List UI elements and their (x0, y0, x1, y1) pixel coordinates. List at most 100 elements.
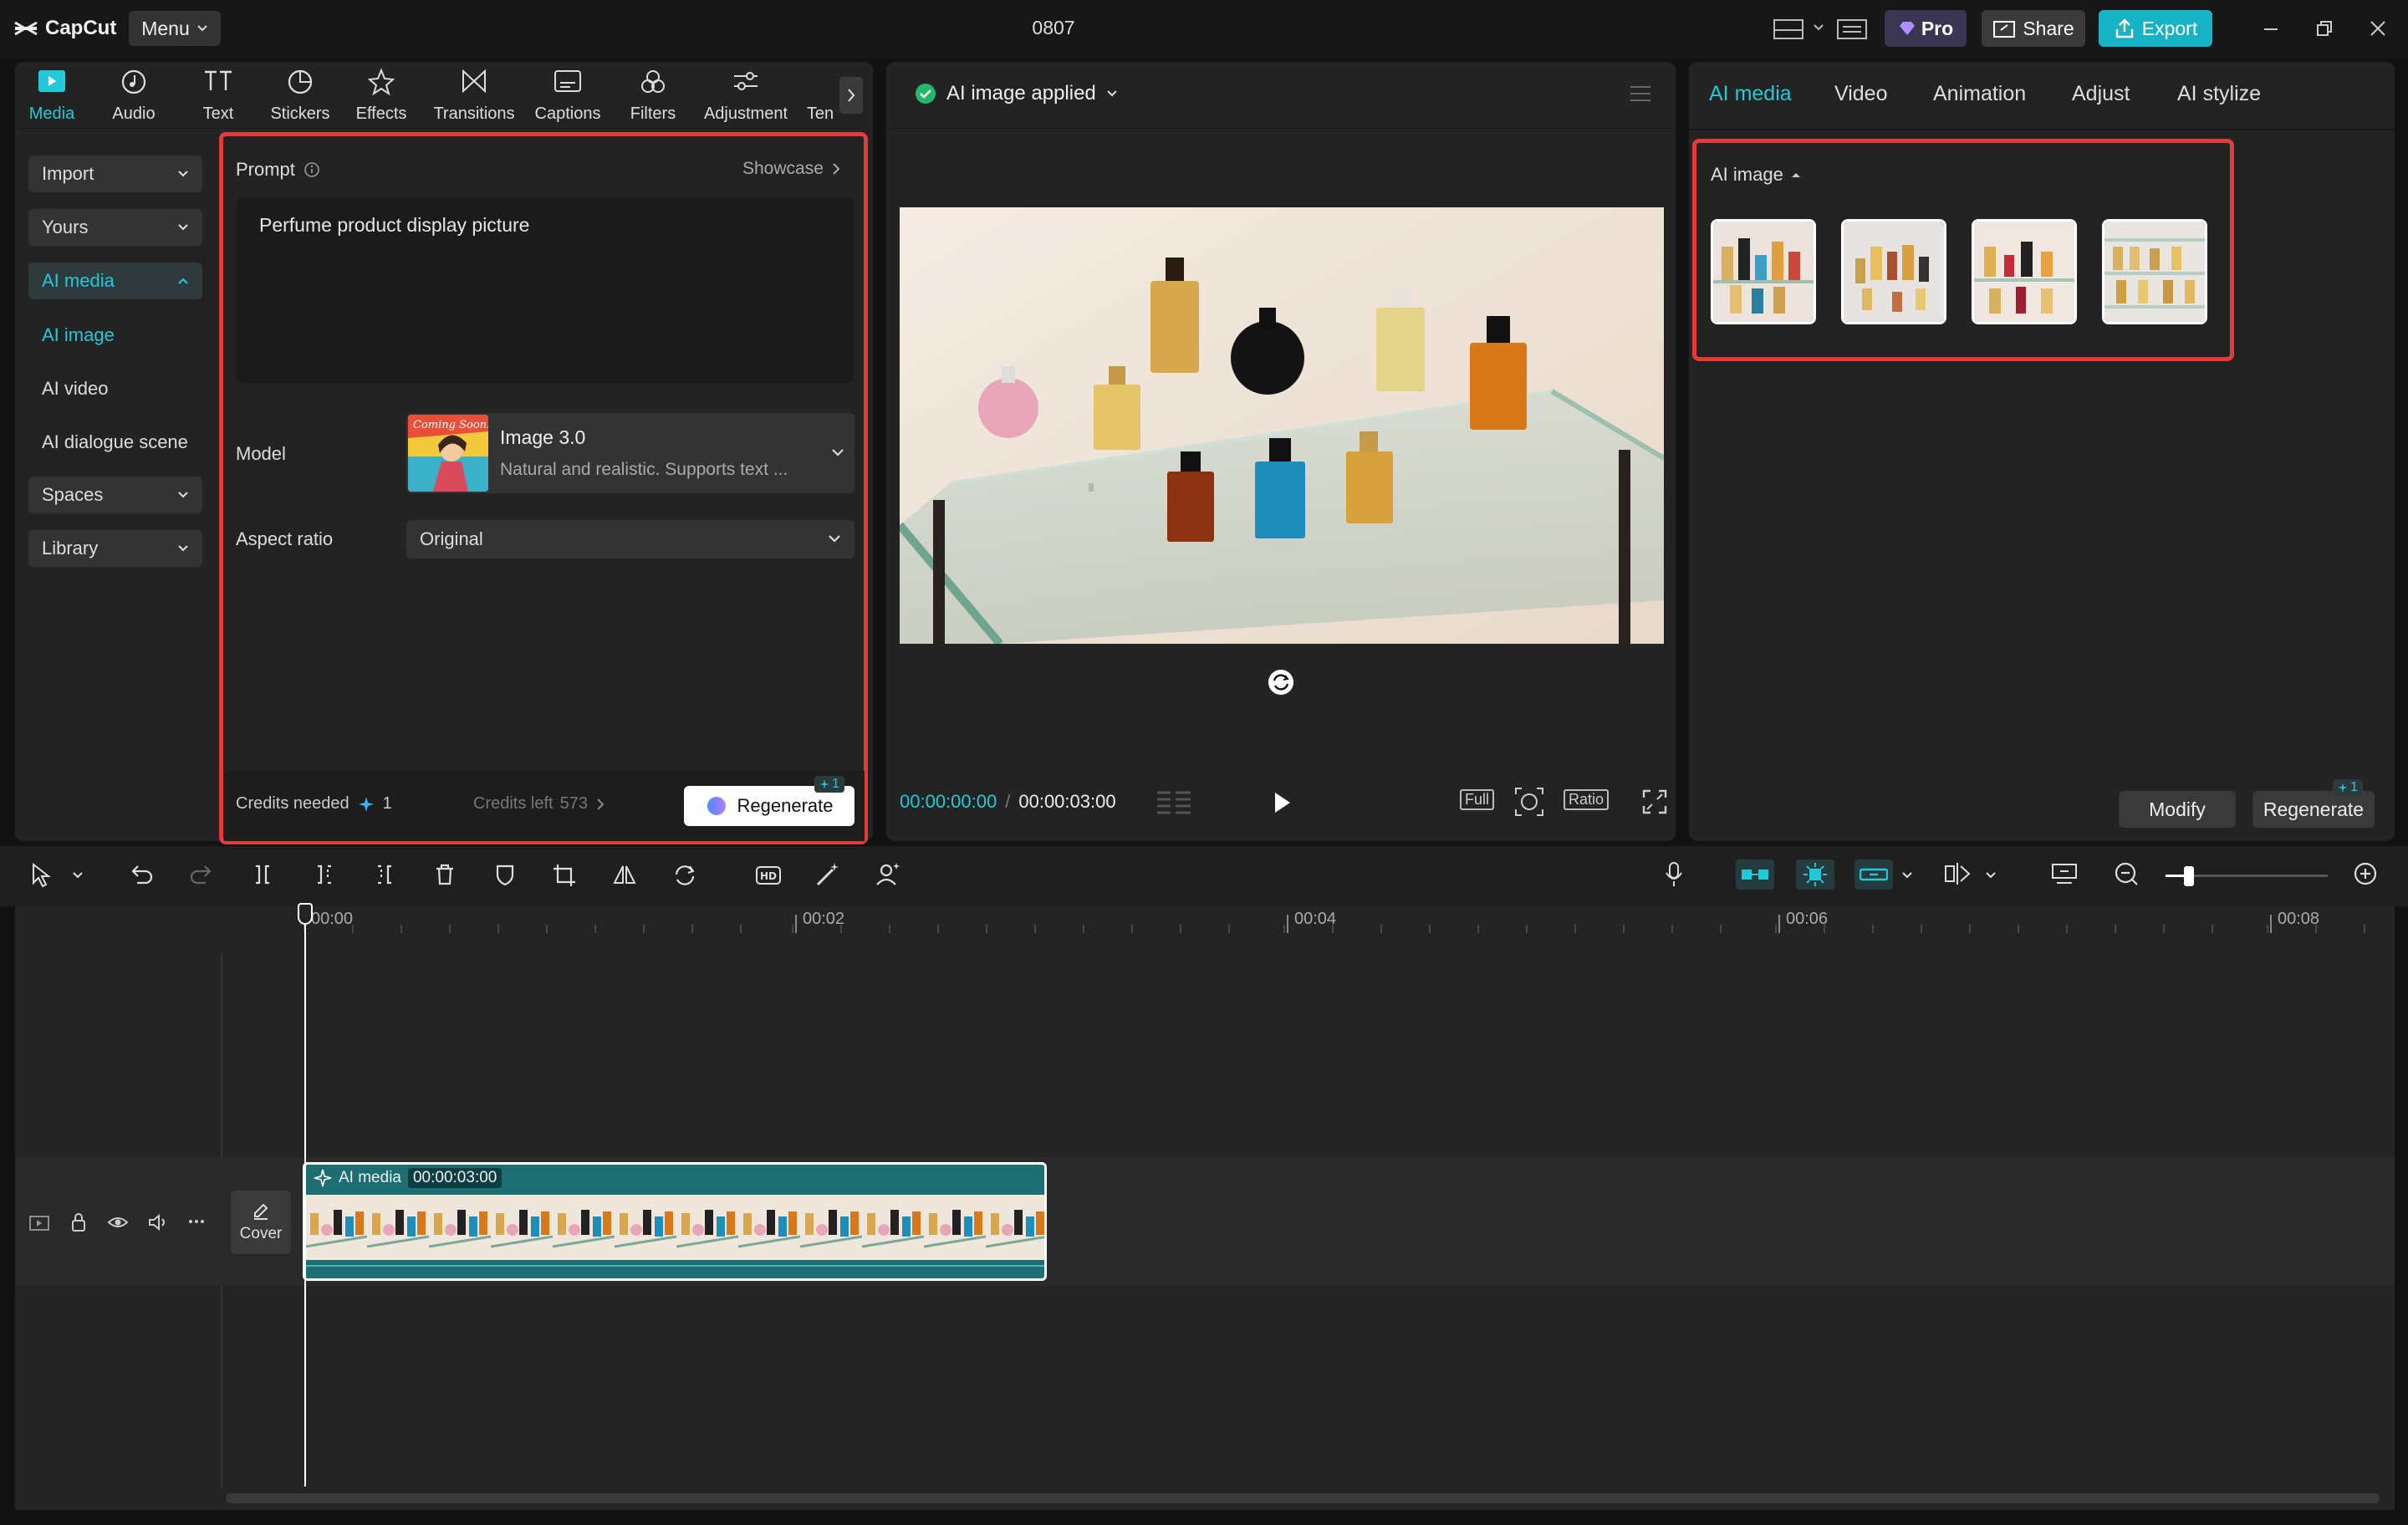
cover-button[interactable]: Cover (231, 1191, 291, 1254)
export-button[interactable]: Export (2099, 10, 2212, 47)
hamburger-menu-icon[interactable] (1629, 84, 1652, 104)
zoom-fit-icon[interactable] (1513, 786, 1545, 818)
tab-label: Filters (630, 105, 676, 123)
tab-stickers[interactable]: Stickers (268, 69, 333, 124)
delete-icon[interactable] (433, 863, 457, 886)
tab-audio[interactable]: Audio (109, 69, 159, 124)
ai-image-result-4[interactable] (2102, 219, 2207, 324)
playhead-line[interactable] (304, 916, 306, 1487)
layout-icon[interactable] (1773, 17, 1806, 42)
zoom-slider-handle[interactable] (2184, 866, 2194, 886)
pro-button[interactable]: Pro (1885, 10, 1967, 47)
share-button[interactable]: Share (1982, 10, 2085, 47)
waveform-grid-icon[interactable] (1156, 789, 1192, 816)
ai-person-icon[interactable] (875, 861, 901, 888)
preview-image[interactable] (900, 207, 1664, 644)
zoom-in-icon[interactable] (2353, 861, 2378, 886)
regenerate-button-secondary[interactable]: Regenerate (2252, 791, 2375, 828)
tab-ai-stylize[interactable]: AI stylize (2177, 82, 2261, 106)
ai-image-result-3[interactable] (1972, 219, 2077, 324)
ai-image-status[interactable]: AI image applied (915, 82, 1118, 105)
nav-label: Yours (42, 217, 89, 237)
tab-animation[interactable]: Animation (1933, 82, 2026, 106)
cost-badge: 1 (2333, 779, 2363, 796)
ai-image-result-2[interactable] (1841, 219, 1946, 324)
chevron-down-icon[interactable] (72, 871, 84, 880)
ai-media-clip[interactable]: AI media 00:00:03:00 (303, 1162, 1047, 1281)
pointer-icon[interactable] (30, 863, 54, 888)
split-left-icon[interactable] (313, 863, 336, 886)
check-circle-icon (915, 83, 936, 105)
ai-image-section-header[interactable]: AI image (1711, 164, 1802, 186)
nav-ai-media[interactable]: AI media (28, 263, 202, 299)
rotate-icon[interactable] (1266, 667, 1296, 697)
chevron-down-icon[interactable] (1901, 871, 1913, 880)
nav-spaces[interactable]: Spaces (28, 477, 202, 513)
nav-ai-dialogue-scene[interactable]: AI dialogue scene (42, 431, 188, 453)
tab-video[interactable]: Video (1834, 82, 1888, 106)
magnet-link-icon[interactable] (1736, 859, 1774, 890)
tab-templates[interactable]: Ten (804, 69, 836, 124)
fit-timeline-icon[interactable] (2050, 861, 2079, 886)
full-button[interactable]: Full (1460, 789, 1495, 810)
nav-yours[interactable]: Yours (28, 209, 202, 246)
aspect-ratio-value: Original (420, 528, 483, 549)
hd-icon[interactable]: HD (756, 865, 781, 886)
tab-captions[interactable]: Captions (532, 69, 604, 124)
nav-import[interactable]: Import (28, 156, 202, 192)
microphone-icon[interactable] (1664, 861, 1684, 888)
snap-icon[interactable] (1796, 859, 1834, 890)
tab-effects[interactable]: Effects (353, 69, 410, 124)
speaker-icon[interactable] (147, 1212, 169, 1232)
split-right-icon[interactable] (373, 863, 396, 886)
toolbar-scroll-right[interactable] (839, 77, 863, 114)
nav-ai-video[interactable]: AI video (42, 378, 109, 400)
pro-label: Pro (1921, 17, 1954, 39)
mask-shield-icon[interactable] (493, 863, 517, 886)
chevron-down-icon[interactable] (1813, 23, 1824, 32)
tab-filters[interactable]: Filters (627, 69, 679, 124)
tab-text[interactable]: Text (199, 69, 237, 124)
crop-icon[interactable] (552, 863, 577, 888)
menu-button[interactable]: Menu (129, 11, 221, 46)
credits-left[interactable]: Credits left 573 (473, 794, 606, 814)
document-title[interactable]: 0807 (953, 17, 1154, 39)
tab-media[interactable]: Media (27, 69, 77, 124)
redo-icon[interactable] (189, 863, 214, 886)
nav-ai-image[interactable]: AI image (42, 324, 115, 346)
timeline-scrollbar[interactable] (226, 1493, 2380, 1503)
tab-transitions[interactable]: Transitions (430, 69, 518, 124)
playhead-handle[interactable] (298, 903, 313, 925)
chevron-down-icon[interactable] (1985, 871, 1997, 880)
linkage-icon[interactable] (1854, 859, 1893, 890)
tab-adjustment[interactable]: Adjustment (699, 69, 793, 124)
minimize-icon[interactable] (2261, 18, 2281, 38)
prompt-input[interactable]: Perfume product display picture (236, 197, 855, 383)
play-icon[interactable] (1273, 791, 1293, 814)
tab-ai-media[interactable]: AI media (1709, 82, 1792, 106)
effects-star-icon (368, 69, 395, 95)
fullscreen-icon[interactable] (1640, 788, 1669, 816)
magic-wand-icon[interactable] (814, 861, 841, 888)
nav-library[interactable]: Library (28, 530, 202, 567)
showcase-link[interactable]: Showcase (742, 159, 840, 179)
time-ruler[interactable] (15, 906, 2395, 940)
lock-icon[interactable] (70, 1212, 87, 1232)
close-icon[interactable] (2368, 18, 2388, 38)
undo-icon[interactable] (129, 863, 154, 886)
split-icon[interactable] (251, 863, 274, 886)
mirror-icon[interactable] (612, 863, 637, 886)
modify-button[interactable]: Modify (2119, 791, 2236, 828)
preview-axis-icon[interactable] (1943, 861, 1972, 886)
zoom-out-icon[interactable] (2114, 861, 2139, 886)
restore-icon[interactable] (2314, 18, 2334, 38)
ratio-button[interactable]: Ratio (1564, 789, 1610, 810)
more-options-icon[interactable] (187, 1212, 206, 1231)
info-icon[interactable] (304, 161, 320, 178)
tab-adjust[interactable]: Adjust (2072, 82, 2130, 106)
ai-image-result-1[interactable] (1711, 219, 1816, 324)
eye-icon[interactable] (107, 1214, 129, 1231)
aspect-ratio-select[interactable]: Original (406, 520, 855, 558)
shortcuts-icon[interactable] (1836, 17, 1870, 42)
rotate-clip-icon[interactable] (672, 863, 697, 888)
